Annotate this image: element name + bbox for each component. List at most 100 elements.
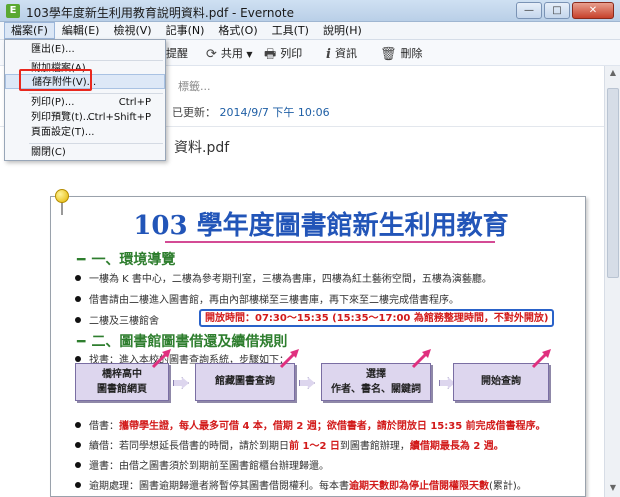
share-label: 共用 xyxy=(220,47,243,60)
menu-bar: 檔案(F) 編輯(E) 檢視(V) 記事(N) 格式(O) 工具(T) 說明(H… xyxy=(0,22,620,40)
evernote-app-icon: E xyxy=(6,4,20,18)
minimize-button[interactable]: — xyxy=(516,2,542,19)
maximize-button[interactable]: □ xyxy=(544,2,570,19)
menu-edit[interactable]: 編輯(E) xyxy=(55,22,107,39)
scroll-thumb[interactable] xyxy=(607,88,619,278)
flow-arrow-icon xyxy=(299,377,315,389)
pdf-bullet: 二樓及三樓館舍 xyxy=(75,312,159,327)
delete-label: 刪除 xyxy=(400,47,423,60)
info-button[interactable]: i 資訊 xyxy=(326,45,357,62)
menu-help[interactable]: 說明(H) xyxy=(316,22,369,39)
pdf-bullet: 借書請由二樓進入圖書館，再由內部樓梯至三樓書庫，再下來至二樓完成借書程序。 xyxy=(75,291,459,306)
section-bar-icon: ━ xyxy=(77,334,86,350)
menu-export-label: 匯出(E)... xyxy=(31,44,75,55)
share-button[interactable]: ⟳ 共用 ▼ xyxy=(206,45,253,62)
bullet-icon xyxy=(75,462,81,468)
menu-page-setup[interactable]: 頁面設定(T)... xyxy=(5,125,165,140)
scroll-down-icon[interactable]: ▼ xyxy=(607,483,619,495)
scroll-up-icon[interactable]: ▲ xyxy=(607,68,619,80)
rule-renew-prefix: 續借：若同學想延長借書的時間，請於到期日 xyxy=(89,441,289,452)
pin-stem xyxy=(61,201,63,215)
menu-export[interactable]: 匯出(E)... xyxy=(5,42,165,57)
pdf-bullet: 逾期處理：圖書逾期歸還者將暫停其圖書借閱權利。每本書逾期天數即為停止借閱權限天數… xyxy=(75,477,527,492)
menu-view[interactable]: 檢視(V) xyxy=(106,22,158,39)
menu-print-preview-label: 列印預覽(t)... xyxy=(31,112,93,123)
file-menu-dropdown: 匯出(E)... 附加檔案(A) 儲存附件(V)... 列印(P)... Ctr… xyxy=(4,39,166,161)
window-titlebar: E 103學年度新生利用教育說明資料.pdf - Evernote — □ ✕ xyxy=(0,0,620,22)
pink-pointer-arrow-icon xyxy=(531,349,551,369)
bullet-icon xyxy=(75,317,81,323)
pdf-bullet: 借書：攜帶學生證，每人最多可借 4 本，借期 2 週；欲借書者，請於閉放日 15… xyxy=(75,417,546,432)
pdf-section-2: ━ 二、圖書館圖書借還及續借規則 xyxy=(77,331,287,351)
menu-file[interactable]: 檔案(F) xyxy=(4,22,55,39)
menu-close-label: 關閉(C) xyxy=(31,147,66,158)
vertical-scrollbar[interactable]: ▲ ▼ xyxy=(604,66,620,497)
flow-step-3-line2: 作者、書名、關鍵詞 xyxy=(331,384,421,395)
chevron-down-icon: ▼ xyxy=(246,50,253,59)
bullet-icon xyxy=(75,356,81,362)
close-button[interactable]: ✕ xyxy=(572,2,614,19)
bullet-icon xyxy=(75,442,81,448)
menu-print-label: 列印(P)... xyxy=(31,97,75,108)
attachment-name[interactable]: 資料.pdf xyxy=(174,137,229,157)
pushpin-icon xyxy=(55,189,69,203)
title-underline xyxy=(165,241,495,243)
reminder-button[interactable]: 提醒 xyxy=(166,45,188,61)
rule-borrow-red: 攜帶學生證，每人最多可借 4 本，借期 2 週；欲借書者，請於閉放日 15:35… xyxy=(119,421,546,432)
pdf-bullet: 一樓為 K 書中心，二樓為參考期刊室，三樓為書庫，四樓為紅土藝術空間，五樓為演藝… xyxy=(75,270,492,285)
s1-line3: 二樓及三樓館舍 xyxy=(89,316,159,327)
print-label: 列印 xyxy=(280,47,303,60)
updated-info: 已更新： 2014/9/7 下午 10:06 xyxy=(172,104,330,120)
pdf-attachment-preview[interactable]: 103 學年度圖書館新生利用教育 ━ 一、環境導覽 一樓為 K 書中心，二樓為參考… xyxy=(50,189,586,497)
rule-borrow-prefix: 借書： xyxy=(89,421,119,432)
flow-step-2-line1: 館藏圖書查詢 xyxy=(215,376,275,387)
rule-return: 還書：由借之圖書須於到期前至圖書館櫃台辦理歸還。 xyxy=(89,461,329,472)
print-button[interactable]: 🖶 列印 xyxy=(264,45,302,67)
menu-print-preview[interactable]: 列印預覽(t)... Ctrl+Shift+P xyxy=(5,110,165,125)
updated-time: 2014/9/7 下午 10:06 xyxy=(219,106,330,119)
tag-input[interactable]: 標籤... xyxy=(178,78,211,94)
rule-renew-red1: 前 1～2 日 xyxy=(289,441,340,452)
s1-line2: 借書請由二樓進入圖書館，再由內部樓梯至三樓書庫，再下來至二樓完成借書程序。 xyxy=(89,295,459,306)
opening-hours-box: 開放時間：07:30～15:35 (15:35～17:00 為館務整理時間，不對… xyxy=(199,309,555,327)
flow-arrow-icon xyxy=(173,377,189,389)
printer-icon: 🖶 xyxy=(264,47,277,62)
rule-renew-mid: 到圖書館辦理， xyxy=(339,441,410,452)
section-bar-icon: ━ xyxy=(77,252,86,268)
reminder-label: 提醒 xyxy=(166,47,188,60)
pdf-title: 103 學年度圖書館新生利用教育 xyxy=(133,211,509,241)
menu-close[interactable]: 關閉(C) xyxy=(5,145,165,160)
menu-separator xyxy=(29,93,163,94)
trash-icon: 🗑 xyxy=(380,47,397,62)
pdf-bullet: 還書：由借之圖書須於到期前至圖書館櫃台辦理歸還。 xyxy=(75,457,329,472)
share-icon: ⟳ xyxy=(206,47,217,62)
flow-step-1-line2: 圖書館網頁 xyxy=(97,384,147,395)
info-label: 資訊 xyxy=(334,47,357,60)
rule-overdue-suffix: (累計)。 xyxy=(489,481,527,492)
pink-pointer-arrow-icon xyxy=(279,349,299,369)
rule-renew-red2: 續借期最長為 2 週。 xyxy=(409,441,504,452)
menu-print-preview-shortcut: Ctrl+Shift+P xyxy=(87,112,151,123)
flow-step-4-line1: 開始查詢 xyxy=(481,376,521,387)
menu-format[interactable]: 格式(O) xyxy=(211,22,264,39)
info-icon: i xyxy=(326,47,331,62)
menu-page-setup-label: 頁面設定(T)... xyxy=(31,127,95,138)
pdf-bullet: 續借：若同學想延長借書的時間，請於到期日前 1～2 日到圖書館辦理，續借期最長為… xyxy=(75,437,504,452)
window-controls: — □ ✕ xyxy=(516,2,614,19)
section-2-label: 二、圖書館圖書借還及續借規則 xyxy=(91,334,288,350)
delete-button[interactable]: 🗑 刪除 xyxy=(380,45,423,62)
flow-step-3-line1: 選擇 xyxy=(366,369,386,380)
s1-line1: 一樓為 K 書中心，二樓為參考期刊室，三樓為書庫，四樓為紅土藝術空間，五樓為演藝… xyxy=(89,274,492,285)
pink-pointer-arrow-icon xyxy=(151,349,171,369)
rule-overdue-prefix: 逾期處理：圖書逾期歸還者將暫停其圖書借閱權利。每本書 xyxy=(89,481,349,492)
bullet-icon xyxy=(75,482,81,488)
menu-tools[interactable]: 工具(T) xyxy=(265,22,316,39)
menu-note[interactable]: 記事(N) xyxy=(159,22,212,39)
pdf-section-1: ━ 一、環境導覽 xyxy=(77,249,175,269)
bullet-icon xyxy=(75,275,81,281)
pink-pointer-arrow-icon xyxy=(411,349,431,369)
bullet-icon xyxy=(75,296,81,302)
window-title: 103學年度新生利用教育說明資料.pdf - Evernote xyxy=(26,6,294,20)
updated-label: 已更新： xyxy=(172,106,216,119)
menu-print[interactable]: 列印(P)... Ctrl+P xyxy=(5,95,165,110)
